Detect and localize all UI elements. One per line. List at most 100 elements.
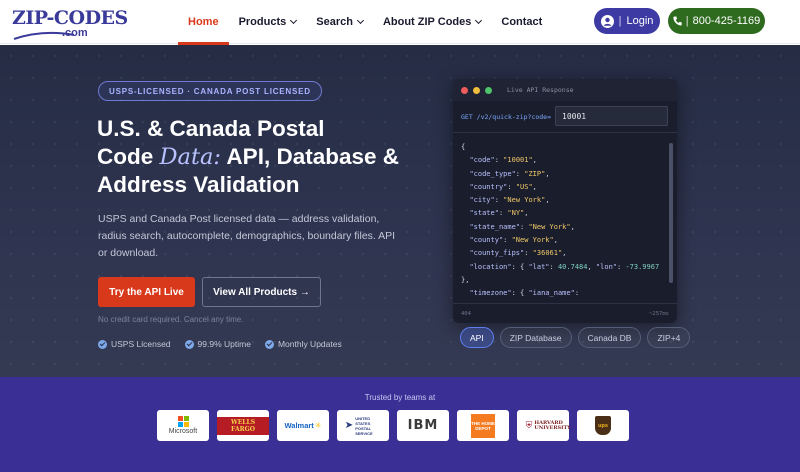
api-latency: ~257ms [649, 311, 669, 317]
hero-title-line1: U.S. & Canada Postal [97, 116, 325, 141]
live-api-panel: Live API Response GET /v2/quick-zip?code… [453, 79, 677, 323]
ibm-logo-text: IBM [407, 418, 439, 433]
minimize-dot-icon [473, 86, 480, 94]
ups-logo: ups [577, 410, 629, 441]
home-depot-logo-text: THE HOME DEPOT [471, 413, 495, 438]
api-panel-titlebar: Live API Response [453, 79, 677, 101]
api-status: 404 [461, 311, 471, 317]
nav-contact-label: Contact [501, 16, 543, 28]
shield-icon: ⛨ [525, 420, 533, 430]
wells-fargo-logo-text: WELLS FARGO [217, 416, 269, 435]
usps-logo: ➤ UNITED STATES POSTAL SERVICE [337, 410, 389, 441]
no-credit-card-note: No credit card required. Cancel any time… [98, 315, 244, 324]
code-line: "county_fips": "36061", [469, 249, 567, 258]
nav-search-label: Search [316, 16, 353, 28]
feature-badge: 99.9% Uptime [184, 339, 251, 349]
nav-about-zip-codes[interactable]: About ZIP Codes [373, 0, 491, 44]
nav-home[interactable]: Home [178, 0, 229, 45]
hero-section: USPS-LICENSED · CANADA POST LICENSED U.S… [0, 45, 800, 377]
chevron-down-icon [475, 16, 483, 25]
phone-icon [673, 16, 682, 26]
hero-title: U.S. & Canada Postal Code Data: API, Dat… [97, 115, 437, 199]
logo-tld: .com [62, 27, 88, 39]
feature-badge: Monthly Updates [264, 339, 342, 349]
hero-title-script: Data: [159, 144, 222, 170]
main-nav: Home Products Search About ZIP Codes Con… [178, 0, 552, 45]
api-panel-title: Live API Response [507, 86, 574, 94]
microsoft-squares-icon [177, 416, 189, 427]
microsoft-logo-text: Microsoft [168, 428, 198, 435]
try-api-live-button[interactable]: Try the API Live [98, 277, 195, 307]
logo-wordmark: ZIP-CODES [12, 7, 128, 29]
product-tabs: API ZIP Database Canada DB ZIP+4 [460, 327, 691, 348]
code-line: "city": "New York", [469, 196, 550, 205]
tab-api[interactable]: API [460, 327, 494, 348]
site-logo[interactable]: ZIP-CODES .com [12, 5, 128, 41]
feature-badge-label: 99.9% Uptime [197, 339, 251, 349]
code-line: "code": "10001", [469, 156, 537, 165]
home-depot-logo: THE HOME DEPOT [457, 410, 509, 441]
eagle-icon: ➤ [344, 420, 354, 431]
check-circle-icon [264, 339, 274, 349]
phone-label: 800-425-1169 [692, 15, 761, 27]
hero-title-line3: Address Validation [97, 172, 300, 197]
api-request-row: GET /v2/quick-zip?code= 10001 [453, 101, 677, 133]
harvard-logo-text: HARVARD UNIVERSITY [534, 419, 571, 431]
response-scrollbar[interactable] [669, 143, 673, 283]
check-circle-icon [184, 339, 194, 349]
feature-badge: USPS Licensed [98, 339, 171, 349]
user-icon [600, 14, 614, 28]
nav-products[interactable]: Products [229, 0, 307, 44]
ups-logo-text: ups [595, 416, 611, 435]
nav-home-label: Home [188, 16, 219, 28]
feature-badge-label: USPS Licensed [111, 339, 171, 349]
code-line: "code_type": "ZIP", [469, 169, 550, 178]
trusted-by-section: Trusted by teams at Microsoft WELLS FARG… [0, 377, 800, 472]
nav-search[interactable]: Search [306, 0, 373, 44]
nav-products-label: Products [238, 16, 287, 28]
login-label: Login [626, 15, 654, 27]
microsoft-logo: Microsoft [157, 410, 209, 441]
code-line: "country": "US", [469, 182, 537, 191]
code-line: "state": "NY", [469, 209, 529, 218]
harvard-logo: ⛨ HARVARD UNIVERSITY [517, 410, 571, 441]
close-dot-icon [461, 86, 468, 94]
zip-code-input[interactable]: 10001 [555, 106, 668, 126]
nav-contact[interactable]: Contact [491, 0, 552, 44]
api-response-code: { "code": "10001", "code_type": "ZIP", "… [461, 141, 667, 301]
api-panel-footer: 404 ~257ms [453, 303, 677, 323]
license-badge: USPS-LICENSED · CANADA POST LICENSED [98, 81, 322, 101]
login-separator: | [618, 15, 622, 27]
walmart-logo-text: Walmart [284, 421, 314, 430]
phone-separator: | [685, 15, 689, 27]
walmart-spark-icon: ✳ [314, 421, 322, 430]
login-button[interactable]: | Login [594, 8, 660, 34]
code-line: }, [461, 275, 470, 284]
tab-zip-plus-4[interactable]: ZIP+4 [647, 327, 691, 348]
usps-logo-text: UNITED STATES POSTAL SERVICE [355, 415, 373, 436]
feature-badges: USPS Licensed 99.9% Uptime Monthly Updat… [98, 339, 342, 349]
api-request-label: GET /v2/quick-zip?code= [461, 113, 552, 121]
hero-title-code: Code [97, 144, 160, 169]
customer-logos: Microsoft WELLS FARGO Walmart ✳ ➤ UNITED S… [157, 410, 629, 441]
tab-zip-database[interactable]: ZIP Database [499, 327, 572, 348]
check-circle-icon [98, 339, 107, 349]
chevron-down-icon [356, 16, 364, 25]
hero-title-rest: API, Database & [221, 144, 399, 169]
feature-badge-label: Monthly Updates [277, 339, 342, 349]
nav-about-label: About ZIP Codes [382, 16, 472, 28]
top-navbar: ZIP-CODES .com Home Products Search Abou… [0, 0, 800, 45]
ibm-logo: IBM [397, 410, 449, 441]
view-all-products-button[interactable]: View All Products → [202, 277, 321, 307]
walmart-logo: Walmart ✳ [277, 410, 329, 441]
code-line: "timezone": { "iana_name": [469, 289, 580, 298]
tab-canada-db[interactable]: Canada DB [577, 327, 642, 348]
code-line: "location": { "lat": 40.7484, "lon": -73… [469, 262, 660, 271]
trusted-by-title: Trusted by teams at [364, 393, 436, 402]
code-line: "county": "New York", [469, 236, 558, 245]
chevron-down-icon [290, 16, 298, 25]
code-line: { [461, 143, 466, 151]
wells-fargo-logo: WELLS FARGO [217, 410, 269, 441]
code-line: "state_name": "New York", [469, 222, 575, 231]
phone-button[interactable]: | 800-425-1169 [668, 8, 765, 34]
